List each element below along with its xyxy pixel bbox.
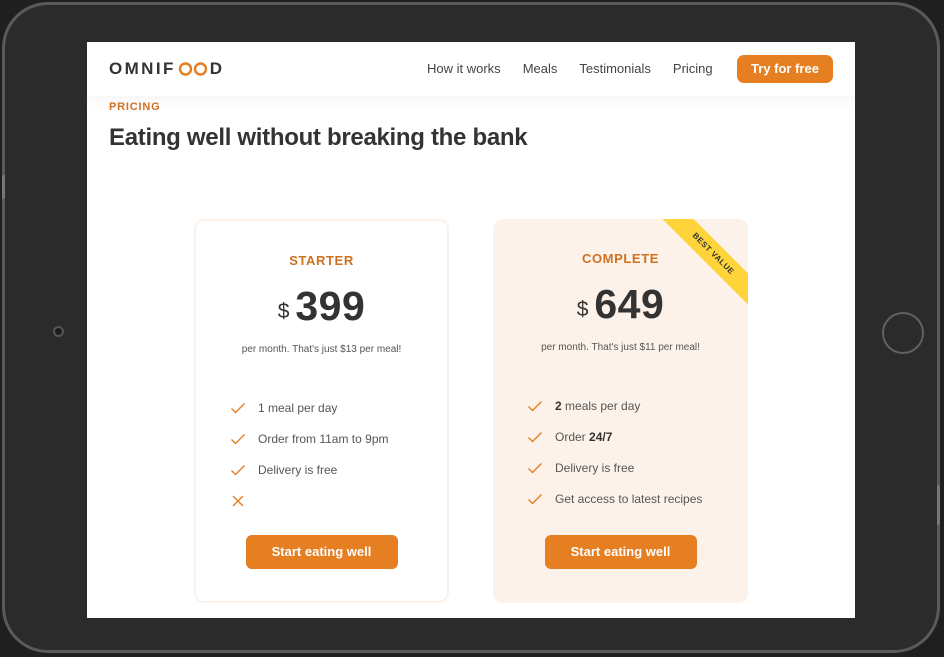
checkmark-icon: [527, 460, 543, 476]
checkmark-icon: [230, 431, 246, 447]
try-for-free-button[interactable]: Try for free: [737, 55, 833, 83]
feature-text: 1 meal per day: [258, 400, 338, 415]
start-eating-well-button[interactable]: Start eating well: [544, 535, 697, 569]
feature-item: Order 24/7: [527, 421, 702, 452]
checkmark-icon: [527, 429, 543, 445]
nav-link-pricing[interactable]: Pricing: [673, 61, 713, 76]
price-note: per month. That's just $11 per meal!: [541, 342, 700, 353]
plan-name: COMPLETE: [581, 251, 660, 266]
start-eating-well-button[interactable]: Start eating well: [245, 535, 398, 569]
checkmark-icon: [230, 400, 246, 416]
power-button: [937, 485, 940, 525]
feature-text: Get access to latest recipes: [555, 491, 703, 506]
feature-item: Get access to latest recipes: [527, 483, 702, 514]
currency-symbol: $: [576, 298, 589, 321]
browser-viewport: OMNIF D How it works Meals Testimonials …: [87, 42, 855, 618]
infinity-logo-icon: [178, 62, 207, 76]
navbar: OMNIF D How it works Meals Testimonials …: [87, 42, 855, 96]
currency-symbol: $: [277, 300, 290, 323]
main-nav: How it works Meals Testimonials Pricing: [427, 61, 735, 76]
feature-text: Order: [555, 429, 590, 444]
feature-item: 1 meal per day: [230, 392, 389, 423]
feature-bold-text: 24/7: [589, 429, 613, 444]
logo-text-start: OMNIF: [109, 59, 176, 78]
checkmark-icon: [527, 398, 543, 414]
plan-name: STARTER: [289, 253, 354, 268]
feature-text: meals per day: [561, 398, 641, 413]
pricing-plan-complete: BEST VALUE COMPLETE $649 per month. That…: [493, 219, 748, 603]
feature-text: Delivery is free: [555, 460, 635, 475]
plan-features: 1 meal per day Order from 11am to 9pm De…: [230, 392, 389, 516]
nav-link-how-it-works[interactable]: How it works: [427, 61, 501, 76]
feature-text: Delivery is free: [258, 462, 338, 477]
volume-button: [2, 175, 5, 199]
front-camera: [53, 326, 64, 337]
feature-bold-text: 2: [555, 398, 562, 413]
pricing-plan-starter: STARTER $399 per month. That's just $13 …: [194, 219, 449, 603]
checkmark-icon: [527, 491, 543, 507]
price-amount: 649: [594, 281, 665, 327]
feature-item: [230, 485, 389, 516]
plan-features: 2 meals per day Order 24/7 Delivery is f…: [527, 390, 702, 514]
feature-item: Delivery is free: [230, 454, 389, 485]
plan-price: $399: [196, 283, 447, 330]
section-heading: Eating well without breaking the bank: [109, 124, 528, 151]
feature-text: Order from 11am to 9pm: [258, 431, 389, 446]
nav-link-meals[interactable]: Meals: [523, 61, 558, 76]
nav-link-testimonials[interactable]: Testimonials: [579, 61, 651, 76]
price-amount: 399: [295, 283, 366, 329]
section-subheading: PRICING: [109, 101, 161, 113]
logo-text-end: D: [209, 59, 225, 78]
price-note: per month. That's just $13 per meal!: [241, 344, 402, 355]
omnifood-logo[interactable]: OMNIF D: [109, 59, 224, 79]
checkmark-icon: [230, 462, 246, 478]
close-icon: [230, 493, 246, 509]
plan-price: $649: [493, 281, 748, 328]
home-button[interactable]: [882, 312, 924, 354]
feature-item: Order from 11am to 9pm: [230, 423, 389, 454]
feature-item: 2 meals per day: [527, 390, 702, 421]
feature-item: Delivery is free: [527, 452, 702, 483]
